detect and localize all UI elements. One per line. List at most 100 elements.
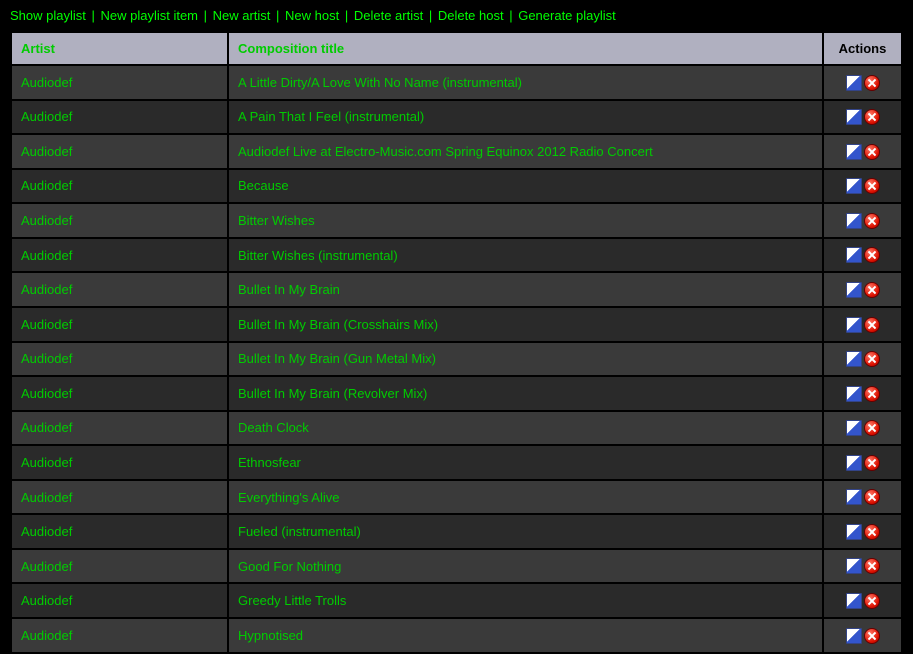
edit-icon[interactable] bbox=[846, 593, 862, 609]
artist-link[interactable]: Audiodef bbox=[21, 559, 72, 574]
delete-icon[interactable] bbox=[864, 489, 880, 505]
edit-icon[interactable] bbox=[846, 247, 862, 263]
artist-link[interactable]: Audiodef bbox=[21, 351, 72, 366]
artist-cell: Audiodef bbox=[12, 343, 227, 376]
edit-icon[interactable] bbox=[846, 386, 862, 402]
edit-icon[interactable] bbox=[846, 317, 862, 333]
artist-link[interactable]: Audiodef bbox=[21, 490, 72, 505]
table-row: Audiodef Everything's Alive bbox=[12, 481, 901, 514]
title-link[interactable]: Greedy Little Trolls bbox=[238, 593, 346, 608]
actions-cell bbox=[824, 66, 901, 99]
title-link[interactable]: A Little Dirty/A Love With No Name (inst… bbox=[238, 75, 522, 90]
title-link[interactable]: Ethnosfear bbox=[238, 455, 301, 470]
artist-link[interactable]: Audiodef bbox=[21, 282, 72, 297]
title-link[interactable]: Bullet In My Brain (Crosshairs Mix) bbox=[238, 317, 438, 332]
delete-icon[interactable] bbox=[864, 75, 880, 91]
delete-icon[interactable] bbox=[864, 420, 880, 436]
delete-icon[interactable] bbox=[864, 213, 880, 229]
artist-link[interactable]: Audiodef bbox=[21, 75, 72, 90]
edit-icon[interactable] bbox=[846, 109, 862, 125]
nav-delete-host[interactable]: Delete host bbox=[438, 8, 504, 23]
title-cell: Everything's Alive bbox=[229, 481, 822, 514]
delete-icon[interactable] bbox=[864, 524, 880, 540]
title-link[interactable]: Fueled (instrumental) bbox=[238, 524, 361, 539]
artist-link[interactable]: Audiodef bbox=[21, 213, 72, 228]
title-link[interactable]: Bullet In My Brain (Gun Metal Mix) bbox=[238, 351, 436, 366]
delete-icon[interactable] bbox=[864, 247, 880, 263]
edit-icon[interactable] bbox=[846, 178, 862, 194]
artist-link[interactable]: Audiodef bbox=[21, 628, 72, 643]
edit-icon[interactable] bbox=[846, 282, 862, 298]
delete-icon[interactable] bbox=[864, 593, 880, 609]
artist-link[interactable]: Audiodef bbox=[21, 524, 72, 539]
artist-cell: Audiodef bbox=[12, 515, 227, 548]
edit-icon[interactable] bbox=[846, 75, 862, 91]
title-link[interactable]: Everything's Alive bbox=[238, 490, 339, 505]
table-row: Audiodef A Little Dirty/A Love With No Na… bbox=[12, 66, 901, 99]
delete-icon[interactable] bbox=[864, 178, 880, 194]
actions-cell bbox=[824, 204, 901, 237]
artist-link[interactable]: Audiodef bbox=[21, 178, 72, 193]
artist-cell: Audiodef bbox=[12, 377, 227, 410]
delete-icon[interactable] bbox=[864, 351, 880, 367]
actions-cell bbox=[824, 481, 901, 514]
delete-icon[interactable] bbox=[864, 317, 880, 333]
delete-icon[interactable] bbox=[864, 144, 880, 160]
artist-link[interactable]: Audiodef bbox=[21, 455, 72, 470]
title-column-header[interactable]: Composition title bbox=[229, 33, 822, 64]
delete-icon[interactable] bbox=[864, 109, 880, 125]
title-link[interactable]: Death Clock bbox=[238, 420, 309, 435]
edit-icon[interactable] bbox=[846, 420, 862, 436]
title-cell: Bullet In My Brain bbox=[229, 273, 822, 306]
actions-cell bbox=[824, 101, 901, 134]
actions-cell bbox=[824, 515, 901, 548]
edit-icon[interactable] bbox=[846, 489, 862, 505]
artist-column-header[interactable]: Artist bbox=[12, 33, 227, 64]
artist-link[interactable]: Audiodef bbox=[21, 317, 72, 332]
artist-link[interactable]: Audiodef bbox=[21, 248, 72, 263]
title-link[interactable]: Bitter Wishes (instrumental) bbox=[238, 248, 398, 263]
actions-cell bbox=[824, 308, 901, 341]
artist-link[interactable]: Audiodef bbox=[21, 420, 72, 435]
title-cell: Ethnosfear bbox=[229, 446, 822, 479]
actions-cell bbox=[824, 412, 901, 445]
delete-icon[interactable] bbox=[864, 282, 880, 298]
edit-icon[interactable] bbox=[846, 524, 862, 540]
delete-icon[interactable] bbox=[864, 628, 880, 644]
nav-generate-playlist[interactable]: Generate playlist bbox=[518, 8, 616, 23]
artist-cell: Audiodef bbox=[12, 619, 227, 652]
nav-show-playlist[interactable]: Show playlist bbox=[10, 8, 86, 23]
table-row: Audiodef Death Clock bbox=[12, 412, 901, 445]
title-cell: Bitter Wishes (instrumental) bbox=[229, 239, 822, 272]
title-link[interactable]: Bullet In My Brain bbox=[238, 282, 340, 297]
nav-new-playlist-item[interactable]: New playlist item bbox=[100, 8, 198, 23]
delete-icon[interactable] bbox=[864, 455, 880, 471]
title-link[interactable]: Bitter Wishes bbox=[238, 213, 315, 228]
edit-icon[interactable] bbox=[846, 144, 862, 160]
nav-new-artist[interactable]: New artist bbox=[213, 8, 271, 23]
table-row: Audiodef Audiodef Live at Electro-Music.c… bbox=[12, 135, 901, 168]
title-link[interactable]: Hypnotised bbox=[238, 628, 303, 643]
edit-icon[interactable] bbox=[846, 351, 862, 367]
title-cell: Bullet In My Brain (Revolver Mix) bbox=[229, 377, 822, 410]
table-row: Audiodef Bullet In My Brain (Crosshairs M… bbox=[12, 308, 901, 341]
title-link[interactable]: Good For Nothing bbox=[238, 559, 341, 574]
artist-link[interactable]: Audiodef bbox=[21, 109, 72, 124]
title-link[interactable]: Audiodef Live at Electro-Music.com Sprin… bbox=[238, 144, 653, 159]
title-cell: Hypnotised bbox=[229, 619, 822, 652]
edit-icon[interactable] bbox=[846, 213, 862, 229]
title-link[interactable]: A Pain That I Feel (instrumental) bbox=[238, 109, 424, 124]
title-link[interactable]: Because bbox=[238, 178, 289, 193]
artist-link[interactable]: Audiodef bbox=[21, 386, 72, 401]
delete-icon[interactable] bbox=[864, 558, 880, 574]
nav-new-host[interactable]: New host bbox=[285, 8, 339, 23]
title-link[interactable]: Bullet In My Brain (Revolver Mix) bbox=[238, 386, 427, 401]
actions-cell bbox=[824, 135, 901, 168]
nav-delete-artist[interactable]: Delete artist bbox=[354, 8, 423, 23]
artist-link[interactable]: Audiodef bbox=[21, 593, 72, 608]
delete-icon[interactable] bbox=[864, 386, 880, 402]
edit-icon[interactable] bbox=[846, 558, 862, 574]
artist-link[interactable]: Audiodef bbox=[21, 144, 72, 159]
edit-icon[interactable] bbox=[846, 455, 862, 471]
edit-icon[interactable] bbox=[846, 628, 862, 644]
